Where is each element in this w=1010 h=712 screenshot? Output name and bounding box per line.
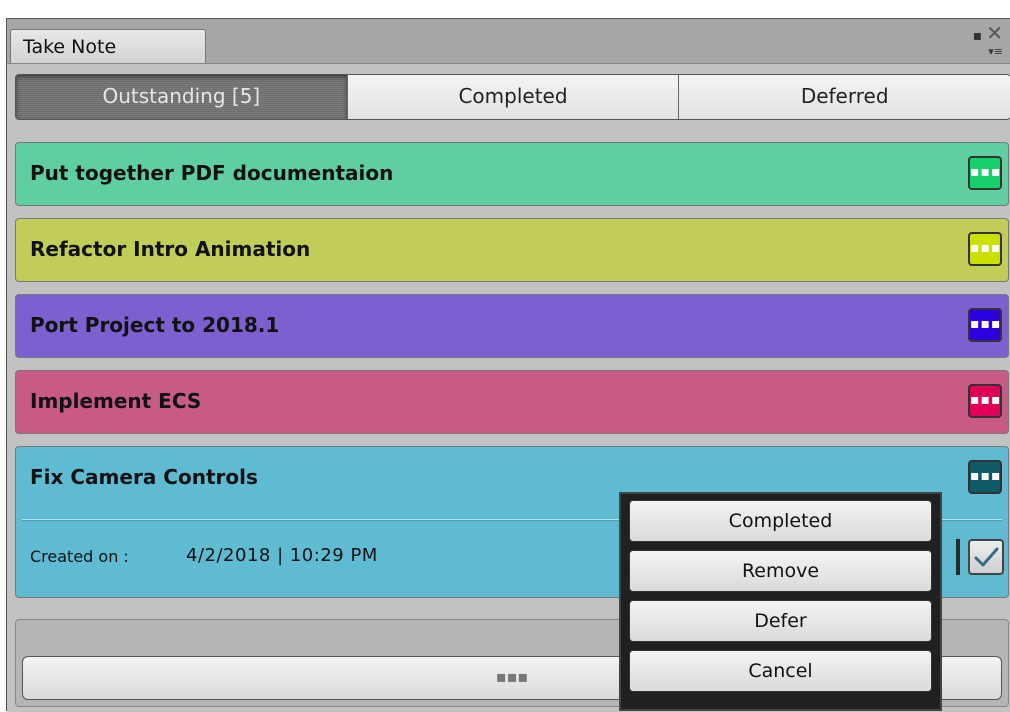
task-options-button[interactable]: ▪▪▪ <box>968 460 1002 494</box>
task-title: Put together PDF documentaion <box>30 161 394 185</box>
tab-completed[interactable]: Completed <box>347 75 680 119</box>
menu-item-completed[interactable]: Completed <box>629 500 932 542</box>
task-options-button[interactable]: ▪▪▪ <box>968 384 1002 418</box>
hidden-control-edge <box>956 539 960 575</box>
window-tab-label: Take Note <box>23 36 117 58</box>
window-controls: ▪ ✕ ▾≡ <box>973 23 1003 60</box>
checkmark-icon <box>974 547 999 567</box>
menu-icon[interactable]: ▾≡ <box>973 44 1003 60</box>
task-options-button[interactable]: ▪▪▪ <box>968 232 1002 266</box>
created-on-value: 4/2/2018 | 10:29 PM <box>186 545 378 566</box>
task-card[interactable]: Implement ECS ▪▪▪ <box>15 370 1009 434</box>
restore-icon[interactable]: ▪ <box>973 28 983 44</box>
task-card[interactable]: Put together PDF documentaion ▪▪▪ <box>15 142 1009 206</box>
task-context-menu: Completed Remove Defer Cancel <box>619 492 942 711</box>
tab-deferred[interactable]: Deferred <box>679 75 1010 119</box>
task-options-button[interactable]: ▪▪▪ <box>968 156 1002 190</box>
title-strip <box>6 0 1010 19</box>
menu-item-remove[interactable]: Remove <box>629 550 932 592</box>
task-card[interactable]: Port Project to 2018.1 ▪▪▪ <box>15 294 1009 358</box>
filter-tabs: Outstanding [5] Completed Deferred <box>15 74 1010 120</box>
task-title: Implement ECS <box>30 389 202 413</box>
created-on-label: Created on : <box>30 547 129 566</box>
close-icon[interactable]: ✕ <box>986 21 1003 45</box>
tab-outstanding[interactable]: Outstanding [5] <box>16 75 348 119</box>
window-tab[interactable]: Take Note <box>10 29 206 63</box>
task-options-button[interactable]: ▪▪▪ <box>968 308 1002 342</box>
task-card[interactable]: Refactor Intro Animation ▪▪▪ <box>15 218 1009 282</box>
menu-item-cancel[interactable]: Cancel <box>629 650 932 692</box>
complete-checkbox[interactable] <box>968 539 1004 575</box>
task-title: Refactor Intro Animation <box>30 237 311 261</box>
task-title: Port Project to 2018.1 <box>30 313 280 337</box>
task-title: Fix Camera Controls <box>30 465 258 489</box>
menu-item-defer[interactable]: Defer <box>629 600 932 642</box>
